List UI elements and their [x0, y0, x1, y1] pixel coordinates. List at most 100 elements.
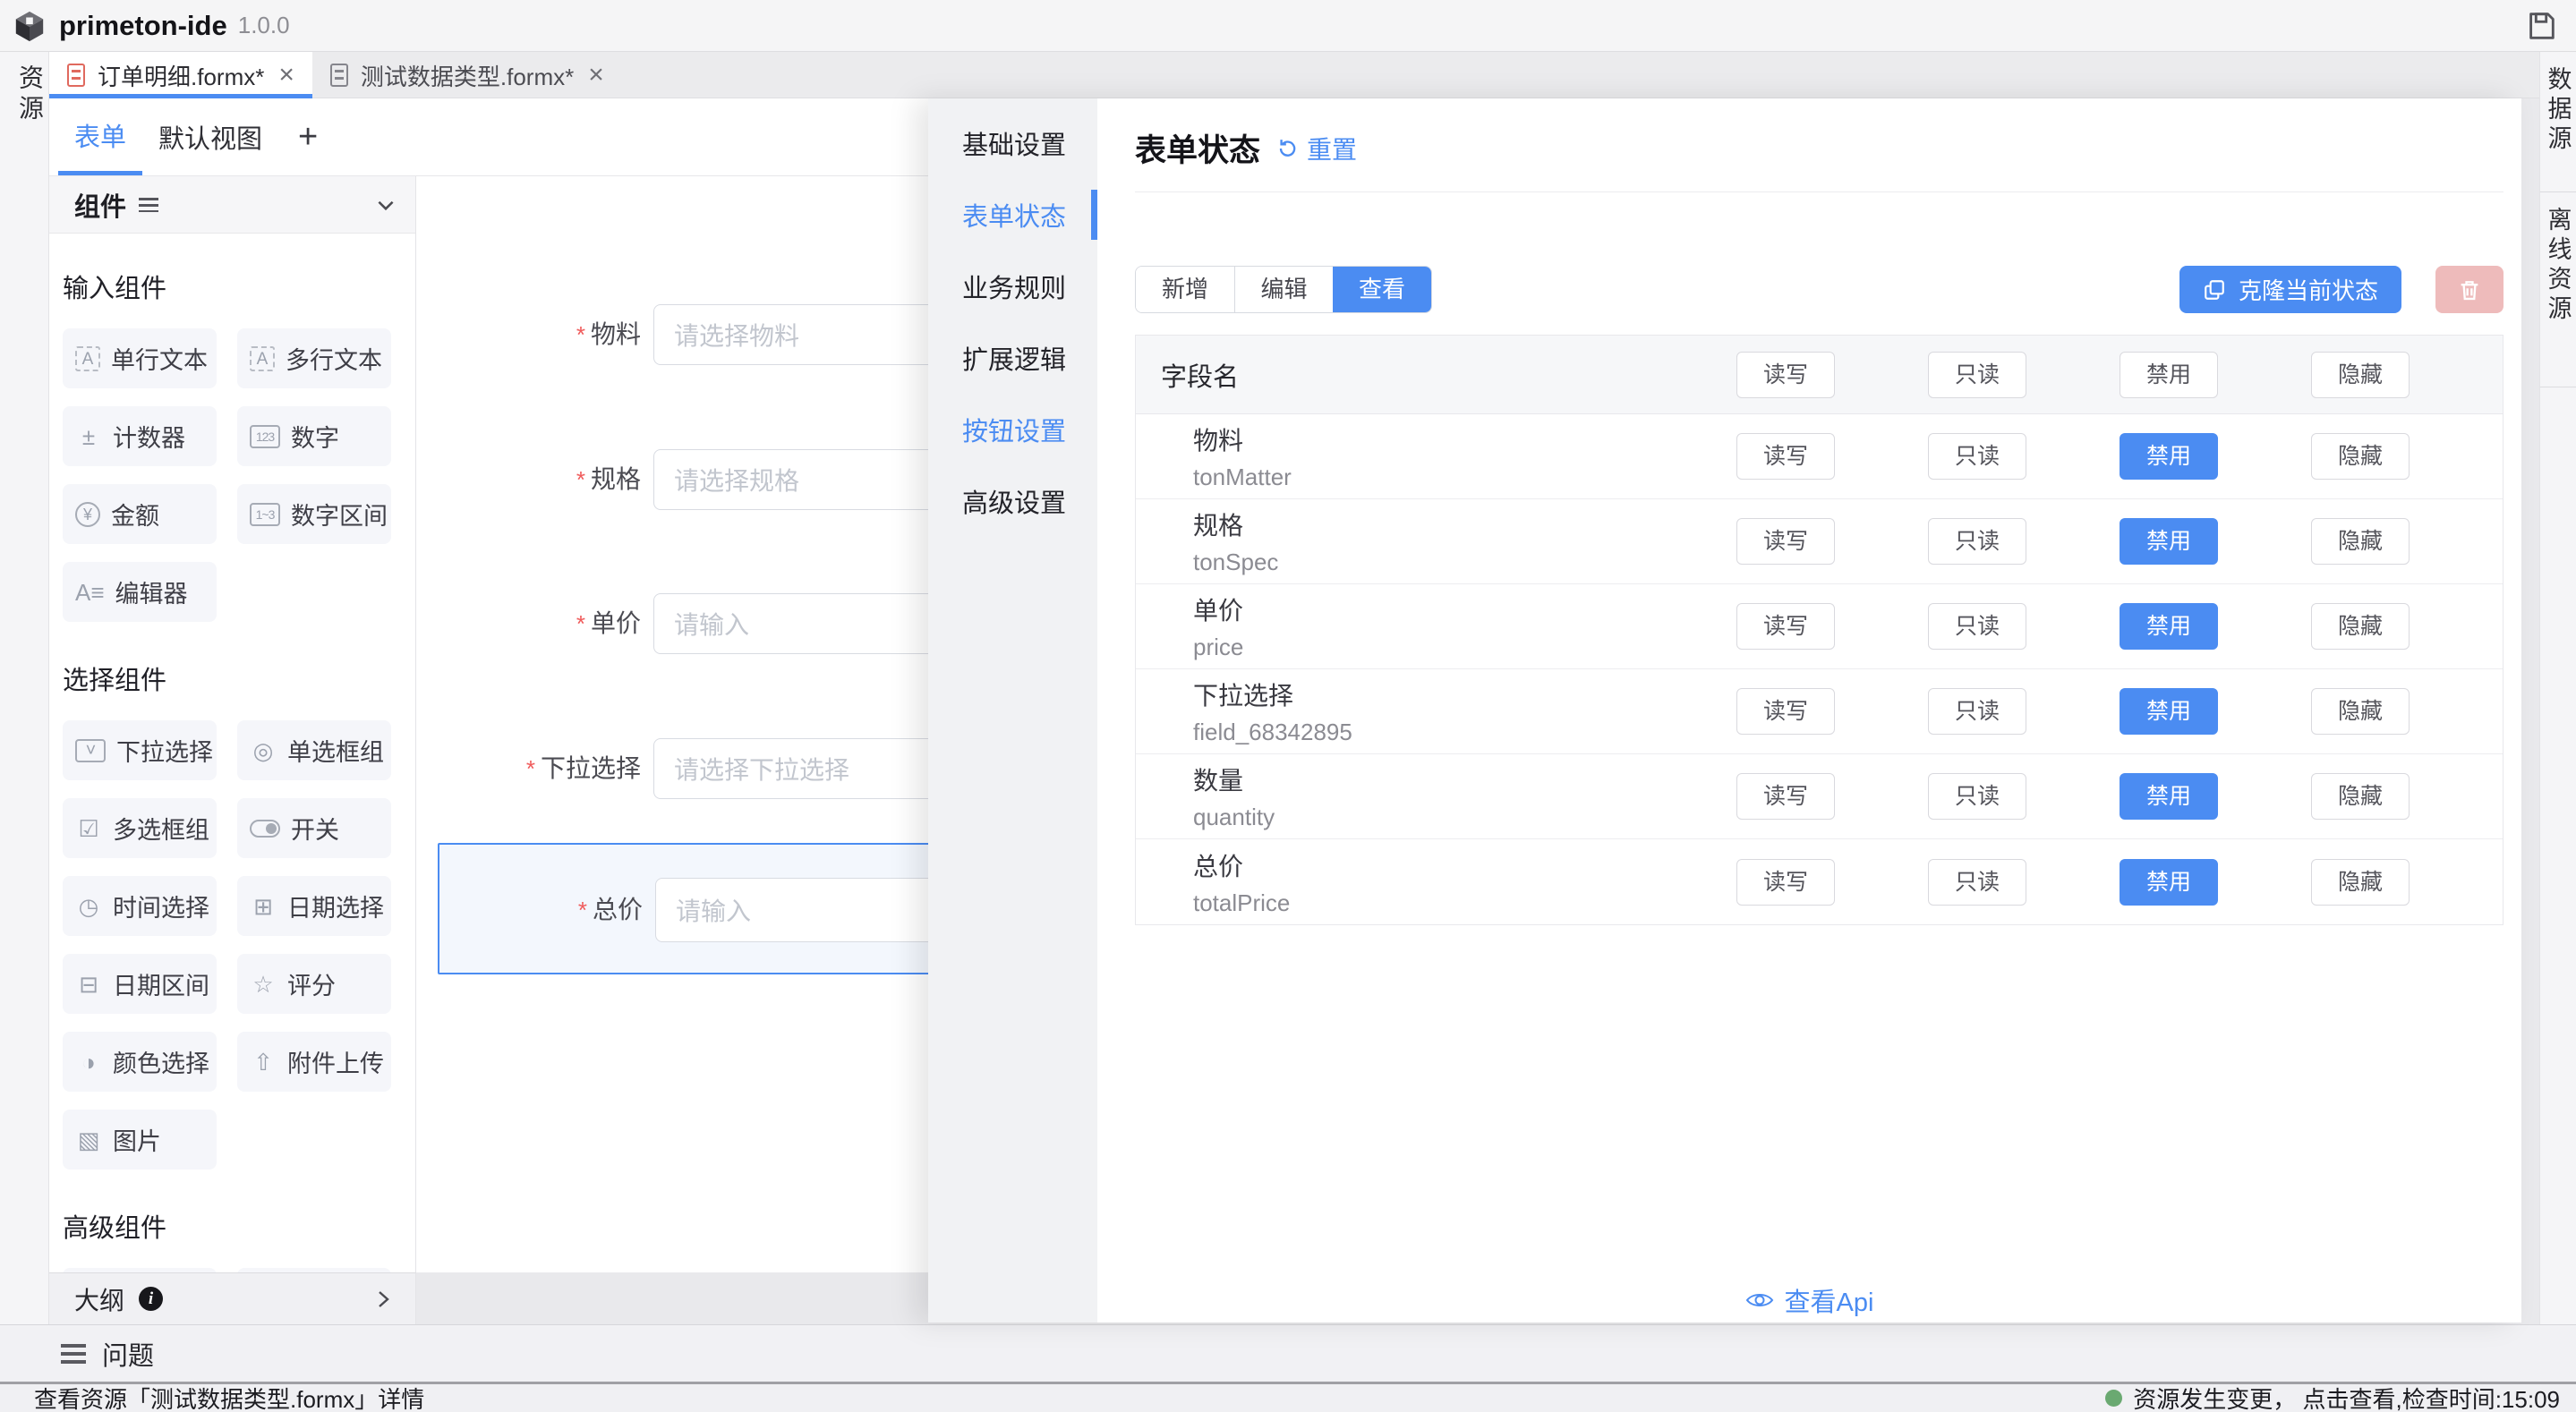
component-number[interactable]: 123 数字: [237, 406, 391, 466]
state-hidden-button[interactable]: 隐藏: [2311, 433, 2410, 480]
spec-select-input[interactable]: 请选择规格: [653, 449, 928, 510]
table-row-total-price: 总价 totalPrice 读写 只读 禁用 隐藏: [1136, 839, 2503, 924]
state-hidden-button[interactable]: 隐藏: [2311, 859, 2410, 906]
component-upload[interactable]: ⇧ 附件上传: [237, 1032, 391, 1092]
state-readwrite-button[interactable]: 读写: [1736, 773, 1835, 820]
state-hidden-button[interactable]: 隐藏: [2311, 688, 2410, 735]
problems-bar[interactable]: 问题: [0, 1324, 2576, 1382]
material-select-input[interactable]: 请选择物料: [653, 304, 928, 365]
close-icon[interactable]: ×: [278, 60, 294, 90]
state-readwrite-button[interactable]: 读写: [1736, 518, 1835, 565]
component-label: 颜色选择: [113, 1044, 209, 1079]
state-readwrite-button[interactable]: 读写: [1736, 433, 1835, 480]
section-heading-select: 选择组件: [63, 659, 415, 697]
component-panel-header[interactable]: 组件: [49, 176, 415, 234]
table-header-row: 字段名 读写 只读 禁用 隐藏: [1136, 336, 2503, 414]
reset-link[interactable]: 重置: [1275, 131, 1357, 166]
field-state-table: 字段名 读写 只读 禁用 隐藏 物料 tonMatter 读写 只读 禁用 隐藏…: [1135, 335, 2503, 925]
state-readwrite-button[interactable]: 读写: [1736, 688, 1835, 735]
state-readonly-button[interactable]: 只读: [1928, 773, 2026, 820]
tab-order-detail[interactable]: 订单明细.formx* ×: [49, 52, 312, 98]
component-dropdown[interactable]: ˅ 下拉选择: [63, 720, 217, 780]
component-switch[interactable]: 开关: [237, 798, 391, 858]
view-tab-form[interactable]: 表单: [58, 98, 142, 175]
dropdown-select-input[interactable]: 请选择下拉选择: [653, 738, 928, 799]
outline-bar[interactable]: 大纲 i: [49, 1272, 416, 1324]
menu-item-advanced-settings[interactable]: 高级设置: [928, 465, 1097, 537]
field-name: 物料: [1193, 421, 1736, 457]
state-disabled-button-active[interactable]: 禁用: [2120, 433, 2218, 480]
state-readwrite-button[interactable]: 读写: [1736, 859, 1835, 906]
total-price-input[interactable]: 请输入: [655, 878, 928, 942]
state-readonly-button[interactable]: 只读: [1928, 688, 2026, 735]
state-readwrite-button[interactable]: 读写: [1736, 352, 1835, 398]
tab-test-datatype[interactable]: 测试数据类型.formx* ×: [312, 52, 622, 98]
save-icon[interactable]: [2524, 9, 2558, 43]
state-hidden-button[interactable]: 隐藏: [2311, 603, 2410, 650]
view-api-link[interactable]: 查看Api: [1097, 1281, 2521, 1319]
status-resource-changed[interactable]: 资源发生变更， 点击查看,检查时间:15:09: [2105, 1382, 2560, 1412]
state-hidden-button[interactable]: 隐藏: [2311, 352, 2410, 398]
state-disabled-button-active[interactable]: 禁用: [2120, 773, 2218, 820]
chevron-down-icon[interactable]: [374, 193, 397, 217]
sidebar-tab-resources[interactable]: 资源: [12, 64, 47, 125]
component-time-picker[interactable]: ◷ 时间选择: [63, 876, 217, 936]
status-resource-detail[interactable]: 查看资源「测试数据类型.formx」详情: [34, 1382, 424, 1412]
divider: [1135, 191, 2503, 192]
menu-item-extension-logic[interactable]: 扩展逻辑: [928, 322, 1097, 394]
state-disabled-button[interactable]: 禁用: [2120, 352, 2218, 398]
menu-item-business-rules[interactable]: 业务规则: [928, 251, 1097, 322]
component-number-range[interactable]: 1~3 数字区间: [237, 484, 391, 544]
sidebar-tab-offline-resources[interactable]: 离线资源: [2540, 192, 2576, 387]
component-radio-group[interactable]: ◎ 单选框组: [237, 720, 391, 780]
sidebar-tab-datasource[interactable]: 数据源: [2540, 52, 2576, 192]
left-activity-bar: 资源: [0, 52, 49, 1324]
menu-item-button-settings[interactable]: 按钮设置: [928, 394, 1097, 465]
component-date-picker[interactable]: ⊞ 日期选择: [237, 876, 391, 936]
component-color-picker[interactable]: ◑ 颜色选择: [63, 1032, 217, 1092]
component-label: 单选框组: [287, 733, 384, 768]
number-range-icon: 1~3: [250, 503, 280, 526]
component-single-line-text[interactable]: A 单行文本: [63, 328, 217, 388]
menu-item-basic-settings[interactable]: 基础设置: [928, 107, 1097, 179]
component-label: 图片: [113, 1122, 161, 1157]
state-hidden-button[interactable]: 隐藏: [2311, 773, 2410, 820]
add-view-button[interactable]: +: [278, 98, 337, 175]
state-readwrite-button[interactable]: 读写: [1736, 603, 1835, 650]
field-label: *下拉选择: [416, 738, 641, 799]
state-disabled-button-active[interactable]: 禁用: [2120, 518, 2218, 565]
state-disabled-button-active[interactable]: 禁用: [2120, 603, 2218, 650]
delete-state-button[interactable]: [2435, 266, 2503, 313]
component-label: 数字区间: [291, 497, 388, 532]
view-tab-default-view[interactable]: 默认视图: [142, 98, 278, 175]
component-editor[interactable]: A≡ 编辑器: [63, 562, 217, 622]
checkbox-group-icon: ☑: [75, 817, 102, 840]
form-field-total-price-selected[interactable]: *总价 请输入: [438, 843, 928, 974]
state-readonly-button[interactable]: 只读: [1928, 352, 2026, 398]
component-multi-line-text[interactable]: A 多行文本: [237, 328, 391, 388]
menu-item-form-state[interactable]: 表单状态: [928, 179, 1097, 251]
number-icon: 123: [250, 425, 280, 448]
mode-view-button[interactable]: 查看: [1333, 267, 1431, 312]
clone-current-state-button[interactable]: 克隆当前状态: [2179, 266, 2401, 313]
mode-edit-button[interactable]: 编辑: [1234, 267, 1333, 312]
component-label: 日期区间: [113, 966, 209, 1001]
state-disabled-button-active[interactable]: 禁用: [2120, 859, 2218, 906]
price-input[interactable]: 请输入: [653, 593, 928, 654]
component-counter[interactable]: ± 计数器: [63, 406, 217, 466]
settings-menu: 基础设置 表单状态 业务规则 扩展逻辑 按钮设置 高级设置: [928, 98, 1097, 1323]
component-date-range[interactable]: ⊟ 日期区间: [63, 954, 217, 1014]
chevron-right-icon[interactable]: [372, 1289, 394, 1310]
mode-add-button[interactable]: 新增: [1136, 267, 1234, 312]
component-image[interactable]: ▧ 图片: [63, 1110, 217, 1170]
component-currency[interactable]: ¥ 金额: [63, 484, 217, 544]
state-readonly-button[interactable]: 只读: [1928, 433, 2026, 480]
state-hidden-button[interactable]: 隐藏: [2311, 518, 2410, 565]
state-readonly-button[interactable]: 只读: [1928, 518, 2026, 565]
close-icon[interactable]: ×: [588, 60, 604, 90]
component-rating[interactable]: ☆ 评分: [237, 954, 391, 1014]
state-disabled-button-active[interactable]: 禁用: [2120, 688, 2218, 735]
state-readonly-button[interactable]: 只读: [1928, 603, 2026, 650]
state-readonly-button[interactable]: 只读: [1928, 859, 2026, 906]
component-checkbox-group[interactable]: ☑ 多选框组: [63, 798, 217, 858]
